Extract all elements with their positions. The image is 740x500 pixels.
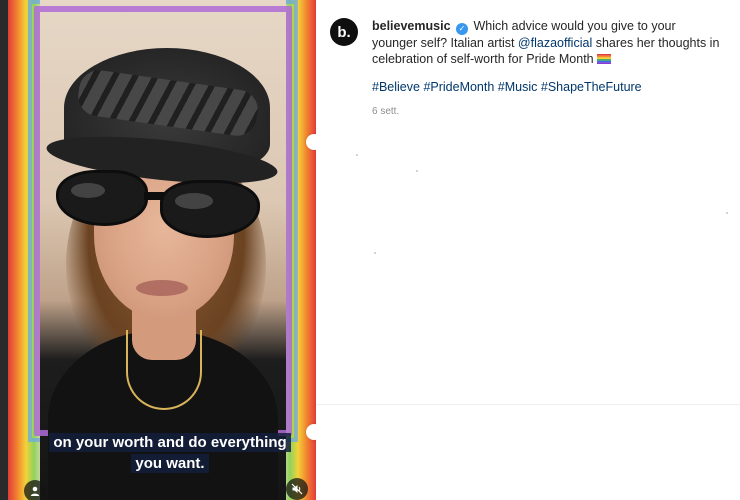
comments-divider bbox=[316, 404, 740, 405]
mention-link[interactable]: @flazaofficial bbox=[518, 36, 592, 50]
post-timestamp[interactable]: 6 sett. bbox=[372, 106, 399, 117]
muted-speaker-icon bbox=[291, 483, 303, 495]
hashtag-link[interactable]: #ShapeTheFuture bbox=[541, 80, 642, 94]
person-necklace bbox=[126, 330, 202, 410]
post-caption: believemusic ✓ Which advice would you gi… bbox=[372, 18, 724, 67]
sunglasses-bridge bbox=[144, 192, 164, 200]
sunglasses-left-lens bbox=[56, 170, 148, 226]
tagged-users-button[interactable] bbox=[24, 480, 46, 500]
placeholder-dot bbox=[356, 154, 358, 156]
avatar-letter: b. bbox=[337, 23, 351, 41]
hashtag-link[interactable]: #PrideMonth bbox=[423, 80, 494, 94]
mute-toggle-button[interactable] bbox=[286, 478, 308, 500]
hashtag-list: #Believe #PrideMonth #Music #ShapeTheFut… bbox=[372, 80, 642, 94]
post-details-panel: b. believemusic ✓ Which advice would you… bbox=[316, 0, 740, 500]
placeholder-dot bbox=[416, 170, 418, 172]
video-subtitle: on your worth and do everything you want… bbox=[36, 432, 304, 474]
video-subtitle-text: on your worth and do everything you want… bbox=[49, 433, 291, 473]
avatar[interactable]: b. bbox=[330, 18, 358, 46]
video-player[interactable]: on your worth and do everything you want… bbox=[8, 0, 316, 500]
placeholder-dot bbox=[374, 252, 376, 254]
hashtag-link[interactable]: #Believe bbox=[372, 80, 420, 94]
hashtag-link[interactable]: #Music bbox=[498, 80, 538, 94]
username-link[interactable]: believemusic bbox=[372, 19, 451, 33]
placeholder-dot bbox=[726, 212, 728, 214]
person-mouth bbox=[136, 280, 188, 296]
rainbow-flag-emoji-icon bbox=[597, 54, 612, 64]
verified-badge-icon: ✓ bbox=[456, 23, 468, 35]
user-icon bbox=[30, 486, 40, 496]
previous-post-edge bbox=[0, 0, 8, 500]
